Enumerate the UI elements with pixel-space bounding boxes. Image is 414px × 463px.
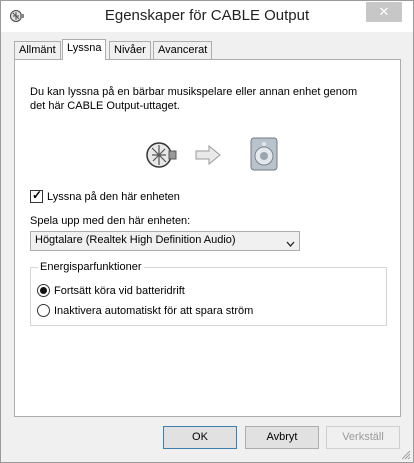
title-bar: Egenskaper för CABLE Output ✕: [1, 1, 413, 32]
check-icon: ✓: [32, 188, 43, 202]
tab-listen[interactable]: Lyssna: [62, 39, 107, 60]
tab-levels[interactable]: Nivåer: [109, 41, 151, 59]
radio-disable[interactable]: [37, 304, 50, 317]
radio-continue-row[interactable]: Fortsätt köra vid batteridrift: [37, 284, 337, 298]
properties-dialog: Egenskaper för CABLE Output ✕ Allmänt Ly…: [0, 0, 414, 463]
radio-disable-label: Inaktivera automatiskt för att spara str…: [54, 305, 254, 317]
playback-device-select[interactable]: Högtalare (Realtek High Definition Audio…: [30, 231, 300, 251]
playback-device-value: Högtalare (Realtek High Definition Audio…: [35, 234, 236, 246]
listen-checkbox-row[interactable]: ✓ Lyssna på den här enheten: [30, 188, 230, 204]
listen-checkbox[interactable]: ✓: [30, 188, 43, 203]
chevron-down-icon: [286, 238, 295, 250]
radio-continue-label: Fortsätt köra vid batteridrift: [54, 285, 185, 297]
ok-button[interactable]: OK: [163, 426, 237, 449]
speaker-icon: [249, 137, 279, 174]
listen-panel: Du kan lyssna på en bärbar musikspelare …: [14, 59, 401, 417]
playback-device-label: Spela upp med den här enheten:: [30, 215, 191, 227]
close-button[interactable]: ✕: [366, 2, 402, 22]
apply-button[interactable]: Verkställ: [326, 426, 400, 449]
listen-checkbox-label: Lyssna på den här enheten: [47, 191, 180, 203]
power-saving-title: Energisparfunktioner: [38, 261, 144, 273]
radio-disable-row[interactable]: Inaktivera automatiskt för att spara str…: [37, 304, 367, 318]
arrow-right-icon: [195, 144, 221, 168]
window-title: Egenskaper för CABLE Output: [104, 7, 310, 24]
cancel-button[interactable]: Avbryt: [245, 426, 319, 449]
audio-cable-icon: [145, 140, 177, 173]
description-text: Du kan lyssna på en bärbar musikspelare …: [30, 85, 390, 113]
description-line-1: Du kan lyssna på en bärbar musikspelare …: [30, 86, 358, 98]
listen-flow: [145, 137, 285, 173]
tab-general[interactable]: Allmänt: [14, 41, 61, 59]
radio-selected-dot: [40, 287, 47, 294]
close-icon: ✕: [378, 4, 390, 19]
description-line-2: det här CABLE Output-uttaget.: [30, 100, 180, 112]
power-saving-group: Energisparfunktioner Fortsätt köra vid b…: [30, 261, 387, 326]
tab-advanced[interactable]: Avancerat: [153, 41, 213, 59]
resize-grip-icon[interactable]: [401, 450, 411, 460]
radio-continue[interactable]: [37, 284, 50, 297]
